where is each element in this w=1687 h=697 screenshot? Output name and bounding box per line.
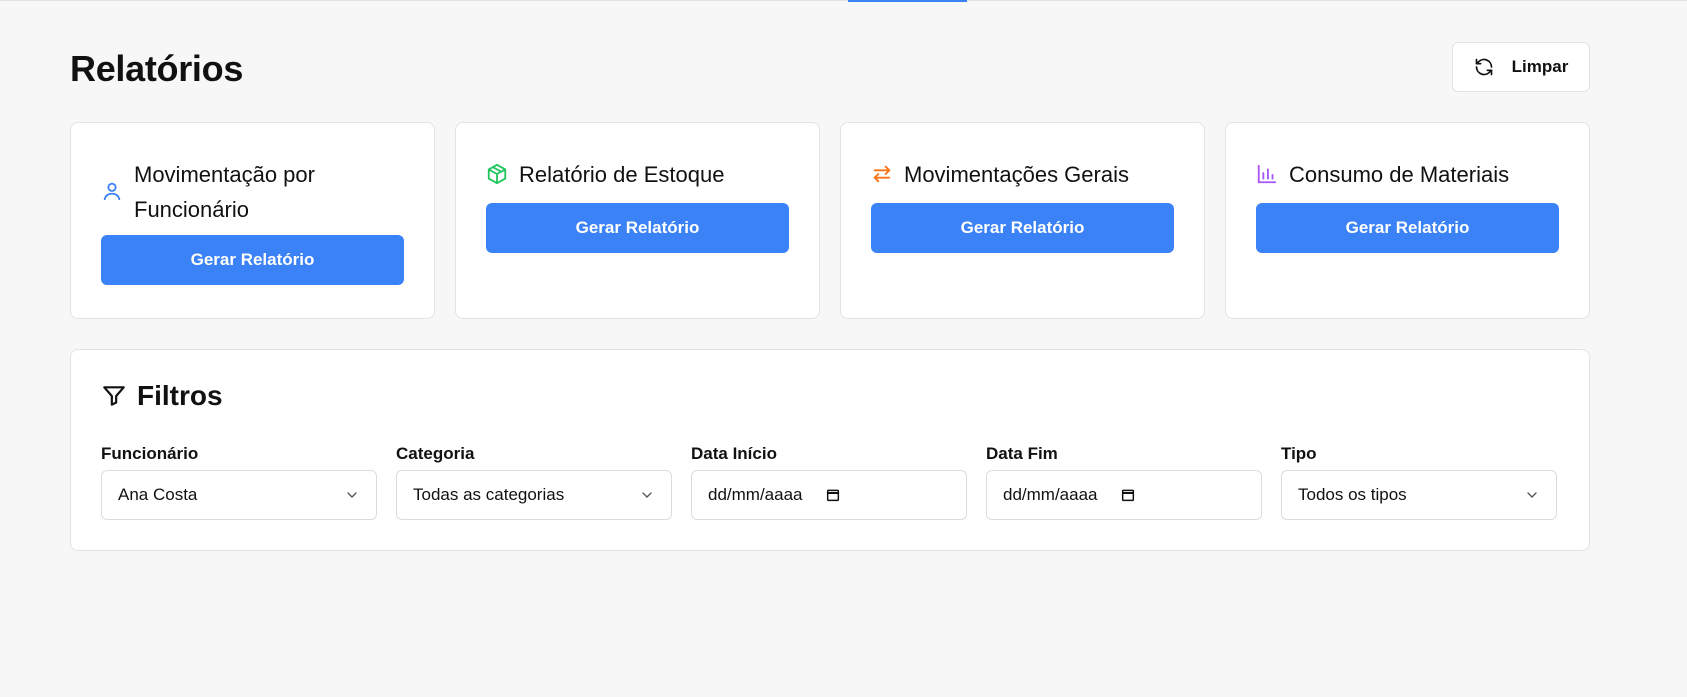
clear-button[interactable]: Limpar — [1452, 42, 1590, 92]
date-placeholder: dd/mm/aaaa — [1003, 485, 1098, 504]
card-title: Relatório de Estoque — [519, 162, 725, 187]
field-label: Data Fim — [986, 444, 1058, 463]
select-value: Ana Costa — [118, 485, 198, 504]
category-select[interactable]: Todas as categorias — [396, 470, 672, 520]
page-title: Relatórios — [70, 48, 244, 89]
active-tab-indicator — [848, 0, 967, 2]
clear-button-label: Limpar — [1511, 57, 1569, 76]
generate-report-button[interactable]: Gerar Relatório — [1256, 203, 1559, 253]
type-select[interactable]: Todos os tipos — [1281, 470, 1557, 520]
filter-start-date: Data Início dd/mm/aaaa — [691, 442, 967, 520]
field-label: Tipo — [1281, 444, 1317, 463]
package-icon — [486, 163, 510, 187]
top-border — [0, 0, 1687, 1]
card-title: Movimentações Gerais — [904, 162, 1129, 187]
generate-report-button[interactable]: Gerar Relatório — [101, 235, 404, 285]
chevron-down-icon — [642, 492, 652, 498]
chevron-down-icon — [1527, 492, 1537, 498]
field-label: Funcionário — [101, 444, 199, 463]
generate-report-button[interactable]: Gerar Relatório — [871, 203, 1174, 253]
card-employee-movement: Movimentação por Funcionário Gerar Relat… — [70, 122, 435, 319]
start-date-input[interactable]: dd/mm/aaaa — [691, 470, 967, 520]
select-value: Todos os tipos — [1298, 485, 1407, 504]
user-icon — [101, 180, 125, 204]
generate-report-button[interactable]: Gerar Relatório — [486, 203, 789, 253]
filter-type: Tipo Todos os tipos — [1281, 442, 1557, 520]
end-date-input[interactable]: dd/mm/aaaa — [986, 470, 1262, 520]
select-value: Todas as categorias — [413, 485, 565, 504]
employee-select[interactable]: Ana Costa — [101, 470, 377, 520]
card-stock-report: Relatório de Estoque Gerar Relatório — [455, 122, 820, 319]
filter-end-date: Data Fim dd/mm/aaaa — [986, 442, 1262, 520]
refresh-icon — [1475, 58, 1492, 76]
filters-panel: Filtros Funcionário Ana Costa Categoria … — [70, 349, 1590, 551]
calendar-icon[interactable] — [1120, 487, 1136, 503]
filters-title: Filtros — [137, 380, 223, 411]
page-header: Relatórios Limpar — [70, 42, 1590, 94]
card-title: Movimentação por Funcionário — [134, 162, 315, 222]
card-material-consumption: Consumo de Materiais Gerar Relatório — [1225, 122, 1590, 319]
card-general-movements: Movimentações Gerais Gerar Relatório — [840, 122, 1205, 319]
filter-icon — [103, 386, 125, 406]
card-title: Consumo de Materiais — [1289, 162, 1510, 187]
field-label: Categoria — [396, 444, 475, 463]
filter-employee: Funcionário Ana Costa — [101, 442, 377, 520]
bar-chart-icon — [1256, 163, 1280, 187]
chevron-down-icon — [347, 492, 357, 498]
calendar-icon[interactable] — [825, 487, 841, 503]
date-placeholder: dd/mm/aaaa — [708, 485, 803, 504]
report-cards: Movimentação por Funcionário Gerar Relat… — [70, 122, 1590, 319]
arrows-exchange-icon — [871, 163, 895, 187]
field-label: Data Início — [691, 444, 777, 463]
filter-category: Categoria Todas as categorias — [396, 442, 672, 520]
